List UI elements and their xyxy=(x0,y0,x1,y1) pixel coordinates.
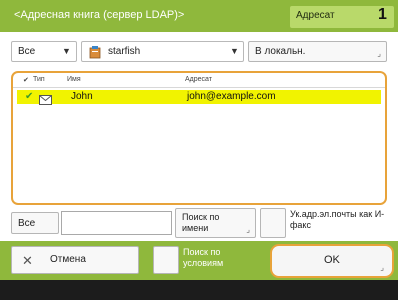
row-check-icon: ✔ xyxy=(25,91,34,102)
all-button[interactable]: Все xyxy=(11,212,59,234)
to-local-button[interactable]: В локальн. ⌟ xyxy=(248,41,387,62)
to-local-label: В локальн. xyxy=(255,46,306,57)
address-list[interactable]: ✔ Тип Имя Адресат ✔ John john@example.co… xyxy=(11,71,387,205)
corner-arrow-icon: ⌟ xyxy=(380,263,384,272)
ok-button[interactable]: OK ⌟ xyxy=(270,244,394,278)
header-type[interactable]: Тип xyxy=(33,76,45,83)
condition-label: Поиск по условиям xyxy=(183,247,224,268)
dropdown-arrow-icon: ▼ xyxy=(230,46,239,56)
header-name[interactable]: Имя xyxy=(67,76,81,83)
header-check: ✔ xyxy=(23,77,29,84)
ifax-label: Ук.адр.эл.почты как И-факс xyxy=(290,209,385,230)
row-address: john@example.com xyxy=(187,91,276,102)
all-label: Все xyxy=(18,218,36,229)
search-by-name-label: Поиск по имени xyxy=(182,212,220,233)
cancel-label: Отмена xyxy=(50,254,86,265)
email-icon xyxy=(39,92,52,105)
cancel-button[interactable]: ✕ Отмена xyxy=(11,246,139,274)
ifax-checkbox[interactable] xyxy=(260,208,286,238)
category-value: Все xyxy=(18,46,36,57)
condition-checkbox[interactable] xyxy=(153,246,179,274)
search-by-name-button[interactable]: Поиск по имени ⌟ xyxy=(175,208,256,238)
destination-count: 1 xyxy=(378,6,387,23)
category-select[interactable]: Все ▼ xyxy=(11,41,77,62)
address-book-icon xyxy=(87,45,103,59)
server-value: starfish xyxy=(108,46,141,57)
server-select[interactable]: starfish ▼ xyxy=(81,41,244,62)
list-header: ✔ Тип Имя Адресат xyxy=(13,73,385,88)
list-item[interactable]: ✔ John john@example.com xyxy=(17,90,381,105)
destination-label: Адресат xyxy=(296,10,335,21)
close-icon: ✕ xyxy=(22,253,33,268)
row-name: John xyxy=(71,91,93,102)
dropdown-arrow-icon: ▼ xyxy=(62,46,71,56)
search-input[interactable] xyxy=(61,211,172,235)
status-bar xyxy=(0,280,398,300)
corner-arrow-icon: ⌟ xyxy=(246,225,250,234)
ok-label: OK xyxy=(324,254,340,266)
page-title: <Адресная книга (сервер LDAP)> xyxy=(14,9,185,21)
corner-arrow-icon: ⌟ xyxy=(377,49,381,58)
header-address[interactable]: Адресат xyxy=(185,76,212,83)
